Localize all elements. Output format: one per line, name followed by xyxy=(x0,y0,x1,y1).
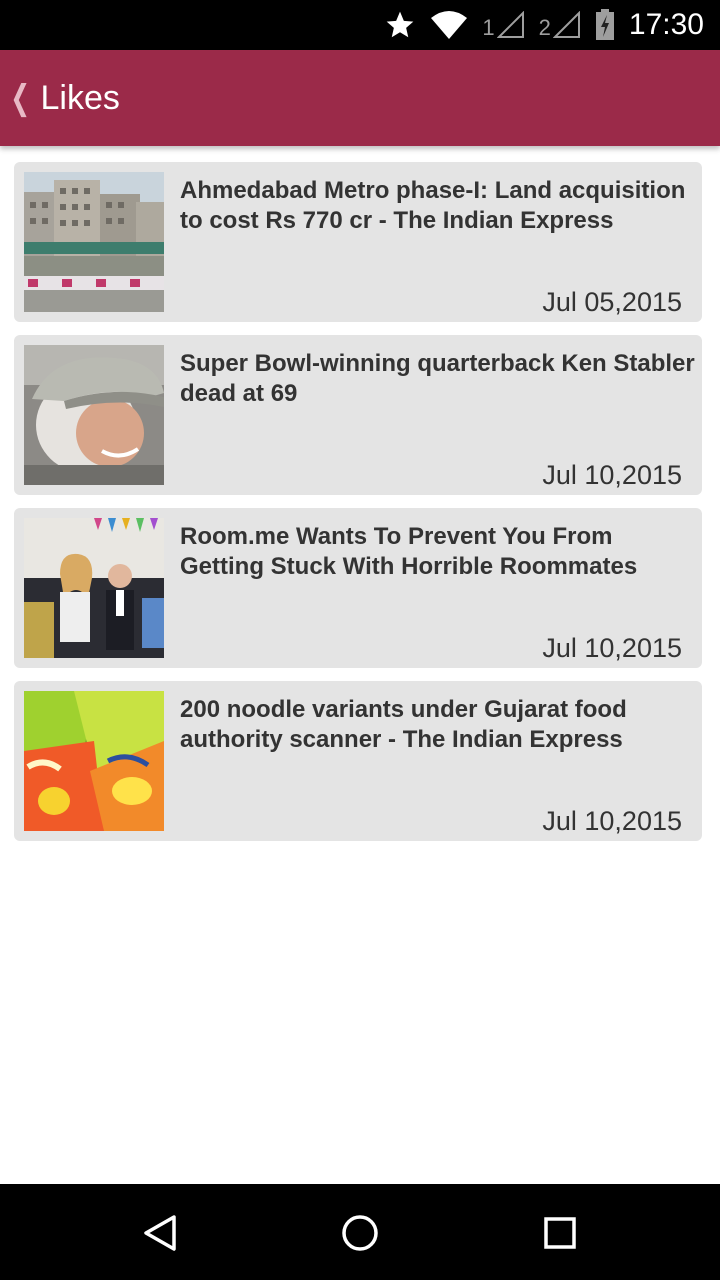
signal-sim2: 2 xyxy=(539,11,581,39)
wifi-icon xyxy=(430,10,468,40)
nav-home-button[interactable] xyxy=(335,1208,385,1258)
article-title: 200 noodle variants under Gujarat food a… xyxy=(180,696,627,753)
recents-square-icon xyxy=(544,1217,576,1249)
article-title: Room.me Wants To Prevent You From Gettin… xyxy=(180,523,638,580)
list-item[interactable]: Super Bowl-winning quarterback Ken Stabl… xyxy=(14,335,702,495)
article-title: Ahmedabad Metro phase-I: Land acquisitio… xyxy=(180,177,686,234)
article-date: Jul 10,2015 xyxy=(542,806,682,836)
article-thumbnail-noodles xyxy=(24,691,164,831)
battery-charging-icon xyxy=(595,9,615,41)
article-date: Jul 05,2015 xyxy=(542,287,682,317)
sim2-label: 2 xyxy=(538,15,551,40)
article-thumbnail-stabler xyxy=(24,345,164,485)
likes-list: Ahmedabad Metro phase-I: Land acquisitio… xyxy=(14,162,702,854)
article-title: Super Bowl-winning quarterback Ken Stabl… xyxy=(180,350,695,407)
star-icon xyxy=(384,9,416,41)
article-thumbnail-metro xyxy=(24,172,164,312)
list-item[interactable]: 200 noodle variants under Gujarat food a… xyxy=(14,681,702,841)
list-item[interactable]: Room.me Wants To Prevent You From Gettin… xyxy=(14,508,702,668)
back-triangle-icon xyxy=(144,1215,176,1251)
list-item[interactable]: Ahmedabad Metro phase-I: Land acquisitio… xyxy=(14,162,702,322)
back-button[interactable]: ❮ Likes xyxy=(6,72,120,124)
signal-sim1: 1 xyxy=(482,11,524,39)
article-date: Jul 10,2015 xyxy=(542,460,682,490)
signal-icon xyxy=(496,11,524,38)
app-bar: ❮ Likes xyxy=(0,50,720,146)
status-time: 17:30 xyxy=(628,8,704,41)
article-thumbnail-roommates xyxy=(24,518,164,658)
home-circle-icon xyxy=(342,1215,378,1251)
sim1-label: 1 xyxy=(482,15,495,40)
nav-recents-button[interactable] xyxy=(535,1208,585,1258)
status-icons: 1 2 17:30 xyxy=(370,0,704,50)
system-nav-bar xyxy=(0,1184,720,1280)
article-date: Jul 10,2015 xyxy=(542,633,682,663)
status-bar: 1 2 17:30 xyxy=(0,0,720,50)
chevron-left-icon: ❮ xyxy=(10,79,31,117)
signal-icon xyxy=(552,11,580,38)
page-title: Likes xyxy=(40,78,120,117)
nav-back-button[interactable] xyxy=(135,1208,185,1258)
